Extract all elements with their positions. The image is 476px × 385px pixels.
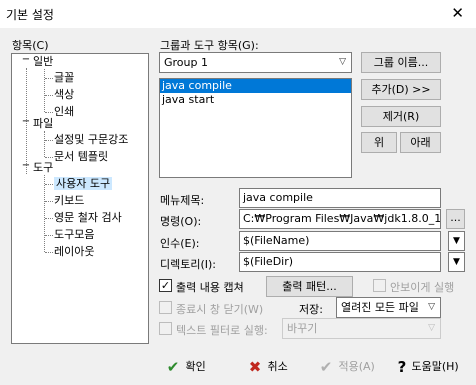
ok-button-label: 확인 <box>185 360 206 373</box>
rename-group-button[interactable]: 그룹 이름... <box>361 52 441 73</box>
capture-output-checkbox[interactable]: ✓ <box>159 279 172 292</box>
silent-run-checkbox[interactable] <box>373 279 386 292</box>
tree-hguide <box>45 140 53 141</box>
checkmark-icon: ✔ <box>166 358 180 376</box>
save-select[interactable]: 열려진 모든 파일 ▽ <box>336 297 441 318</box>
tree-item-syntax[interactable]: 설정및 구문강조 <box>54 132 128 148</box>
tree-item-keyboard[interactable]: 키보드 <box>54 193 84 209</box>
chevron-down-icon: ▽ <box>428 302 435 312</box>
group-label: 그룹과 도구 항목(G): <box>160 39 259 52</box>
silent-run-label: 안보이게 실행 <box>390 281 455 294</box>
arguments-field[interactable]: $(FileName) <box>239 231 441 251</box>
x-icon: ✖ <box>248 358 262 376</box>
collapse-icon[interactable]: − <box>21 54 31 65</box>
chevron-down-icon: ▽ <box>339 57 346 67</box>
capture-output-label: 출력 내용 캡쳐 <box>176 281 244 294</box>
browse-button[interactable]: ... <box>446 209 465 229</box>
tool-item-list[interactable]: java compile java start <box>159 78 352 178</box>
cancel-button[interactable]: ✖ 취소 <box>246 356 288 378</box>
text-filter-select-value: 바꾸기 <box>287 322 318 335</box>
save-select-value: 열려진 모든 파일 <box>341 301 419 314</box>
tree-item-spellcheck[interactable]: 영문 철자 검사 <box>54 210 122 226</box>
text-filter-select[interactable]: 바꾸기 ▽ <box>282 318 441 339</box>
directory-dropdown-button[interactable]: ▼ <box>448 252 465 272</box>
menu-title-field[interactable]: java compile <box>239 188 441 208</box>
apply-button[interactable]: ✔ 적용(A) <box>317 356 375 378</box>
directory-field[interactable]: $(FileDir) <box>239 252 441 272</box>
tree-item-general[interactable]: 일반 <box>33 54 53 70</box>
tree-guide-file <box>44 131 45 157</box>
category-tree[interactable]: − 일반 글꼴 색상 인쇄 − 파일 설정및 구문강조 문서 템플릿 − 도구 … <box>11 53 149 344</box>
tree-hguide <box>45 95 53 96</box>
tree-item-font[interactable]: 글꼴 <box>54 70 74 86</box>
tree-label: 항목(C) <box>12 39 49 52</box>
command-label: 명령(O): <box>160 215 202 228</box>
cancel-button-label: 취소 <box>267 360 288 373</box>
close-icon[interactable]: ✕ <box>451 4 464 22</box>
tree-hguide <box>45 201 53 202</box>
tree-guide-tools <box>44 175 45 252</box>
group-select-value: Group 1 <box>164 56 208 69</box>
output-pattern-button[interactable]: 출력 패턴... <box>266 276 353 297</box>
help-question-icon: ? <box>397 358 407 376</box>
tree-hguide <box>45 252 53 253</box>
tree-hguide <box>45 112 53 113</box>
tree-hguide <box>45 235 53 236</box>
chevron-down-icon: ▽ <box>428 323 435 333</box>
window-title: 기본 설정 <box>6 8 54 22</box>
move-up-button[interactable]: 위 <box>361 132 397 153</box>
help-button[interactable]: ? 도움말(H) <box>396 356 459 378</box>
apply-check-icon: ✔ <box>319 358 333 376</box>
tree-item-file[interactable]: 파일 <box>33 116 53 132</box>
close-on-exit-checkbox[interactable] <box>159 301 172 314</box>
close-on-exit-label: 종료시 창 닫기(W) <box>176 303 264 316</box>
tree-hguide <box>45 218 53 219</box>
tree-item-layout[interactable]: 레이아웃 <box>54 244 94 260</box>
tree-item-toolbar[interactable]: 도구모음 <box>54 227 94 243</box>
remove-button[interactable]: 제거(R) <box>361 106 441 127</box>
directory-label: 디렉토리(I): <box>160 258 217 271</box>
arguments-dropdown-button[interactable]: ▼ <box>448 231 465 251</box>
tree-item-user-tools[interactable]: 사용자 도구 <box>54 177 113 190</box>
title-bar <box>0 0 476 28</box>
arguments-label: 인수(E): <box>160 237 200 250</box>
save-label: 저장: <box>299 303 323 316</box>
list-item[interactable]: java start <box>160 93 351 107</box>
move-down-button[interactable]: 아래 <box>400 132 441 153</box>
group-select[interactable]: Group 1 ▽ <box>159 52 352 73</box>
tree-item-tools[interactable]: 도구 <box>33 160 53 176</box>
ok-button[interactable]: ✔ 확인 <box>164 356 206 378</box>
command-field[interactable]: C:₩Program Files₩Java₩jdk1.8.0_181₩ <box>239 209 441 229</box>
add-button[interactable]: 추가(D) >> <box>361 79 441 100</box>
apply-button-label: 적용(A) <box>338 360 375 373</box>
help-button-label: 도움말(H) <box>411 360 459 373</box>
text-filter-label: 텍스트 필터로 실행: <box>176 324 268 337</box>
tree-item-print[interactable]: 인쇄 <box>54 104 74 120</box>
list-item[interactable]: java compile <box>160 79 351 93</box>
tree-item-color[interactable]: 색상 <box>54 87 74 103</box>
collapse-icon[interactable]: − <box>21 160 31 171</box>
tree-hguide <box>45 184 53 185</box>
tree-hguide <box>45 78 53 79</box>
text-filter-checkbox[interactable] <box>159 322 172 335</box>
menu-title-label: 메뉴제목: <box>160 194 205 207</box>
tree-item-templates[interactable]: 문서 템플릿 <box>54 149 108 165</box>
tree-guide-general <box>44 69 45 112</box>
tree-hguide <box>45 157 53 158</box>
collapse-icon[interactable]: − <box>21 116 31 127</box>
